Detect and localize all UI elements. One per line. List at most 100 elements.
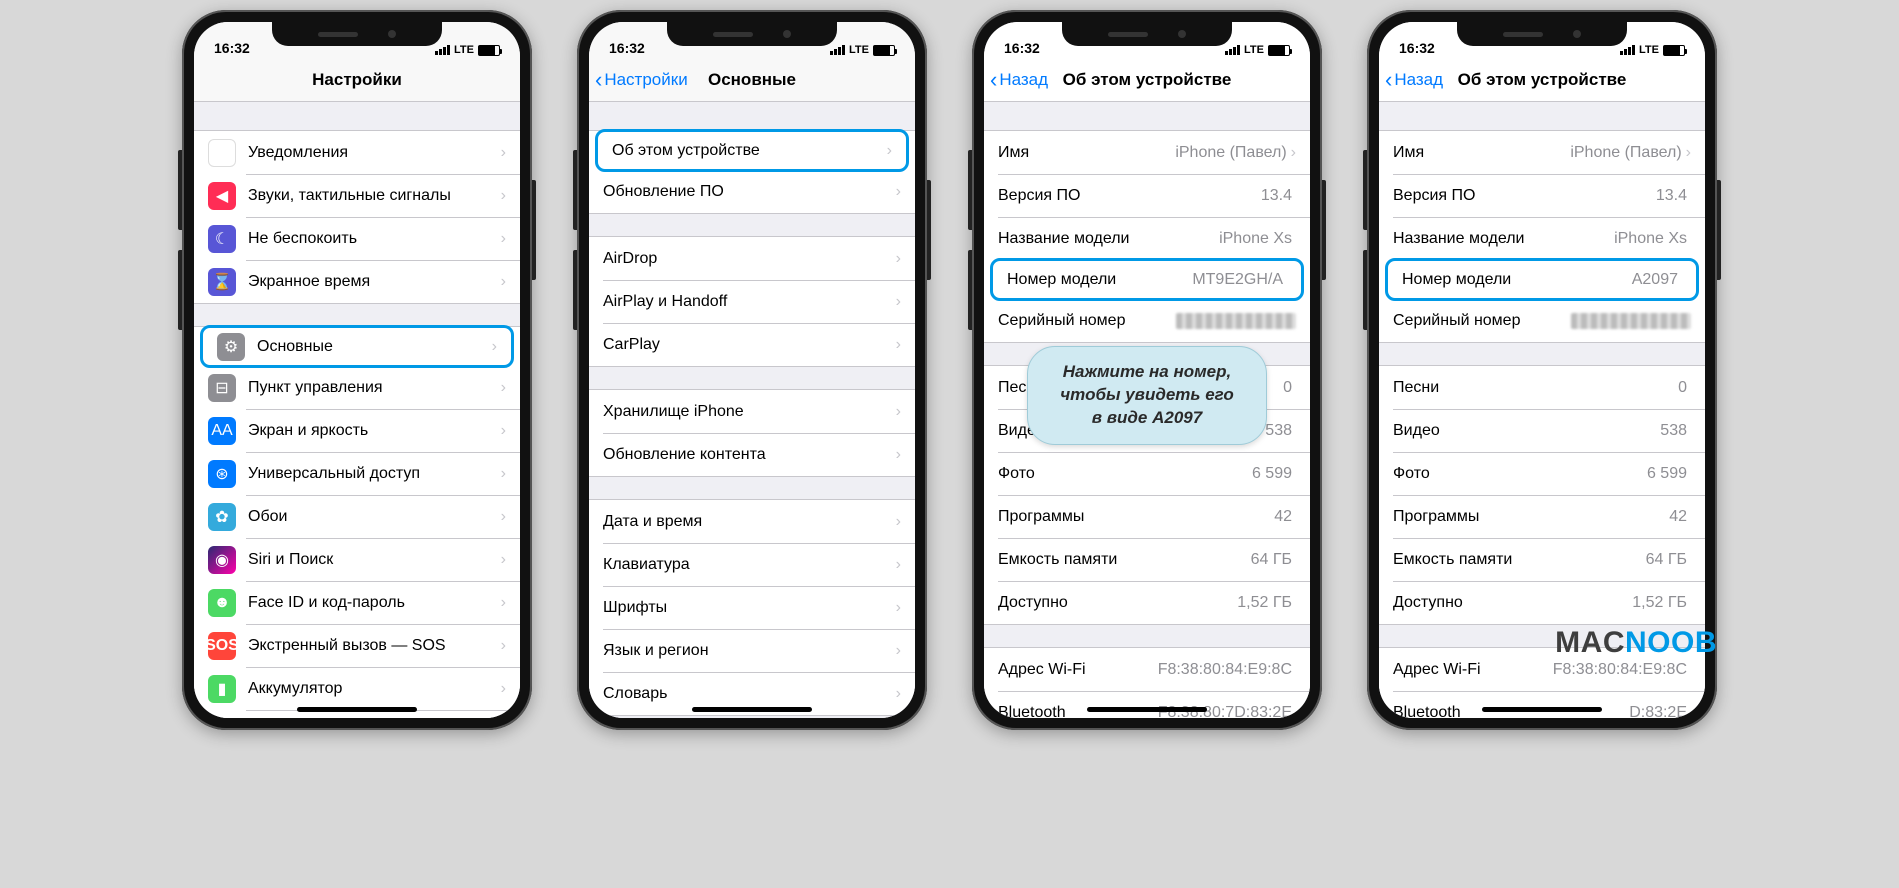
about-wifi-row: Адрес Wi-FiF8:38:80:84:E9:8C [984,648,1310,691]
about-modelnum-row[interactable]: Номер моделиA2097 [1385,258,1699,301]
general-row[interactable]: Хранилище iPhone› [589,390,915,433]
status-time: 16:32 [1004,40,1040,56]
settings-row[interactable]: ✿Обои› [194,495,520,538]
navbar: ‹ Настройки Основные [589,58,915,102]
row-label: AirPlay и Handoff [603,293,896,311]
page-title: Об этом устройстве [1458,70,1627,90]
about-row: Емкость памяти64 ГБ [984,538,1310,581]
general-row[interactable]: AirPlay и Handoff› [589,280,915,323]
status-time: 16:32 [214,40,250,56]
settings-row[interactable]: ⊟Пункт управления› [194,366,520,409]
settings-row[interactable]: ◀Звуки, тактильные сигналы› [194,174,520,217]
row-label: Основные [257,338,492,356]
general-row[interactable]: Дата и время› [589,500,915,543]
row-value: 0 [1283,379,1292,397]
chevron-right-icon: › [501,230,506,248]
settings-row[interactable]: ⌛Экранное время› [194,260,520,303]
general-row[interactable]: Клавиатура› [589,543,915,586]
about-name-row[interactable]: ИмяiPhone (Павел)› [1379,131,1705,174]
general-row[interactable]: Об этом устройстве› [595,129,909,172]
chevron-right-icon: › [896,250,901,268]
settings-list[interactable]: ◻ Уведомления › ◀Звуки, тактильные сигналы›… [194,102,520,718]
back-button[interactable]: ‹ Назад [1385,69,1443,91]
row-label: Серийный номер [998,312,1176,330]
back-button[interactable]: ‹ Настройки [595,69,688,91]
row-icon: ✿ [208,503,236,531]
row-label: Шрифты [603,599,896,617]
settings-row[interactable]: ▮Аккумулятор› [194,667,520,710]
settings-row[interactable]: ◻Уведомления› [194,131,520,174]
battery-icon [873,45,895,56]
settings-row[interactable]: ⚙Основные› [200,325,514,368]
settings-row[interactable]: AAЭкран и яркость› [194,409,520,452]
chevron-right-icon: › [896,599,901,617]
chevron-right-icon: › [896,403,901,421]
chevron-right-icon: › [896,642,901,660]
home-indicator[interactable] [297,707,417,712]
status-network: LTE [1244,44,1264,56]
row-value: 538 [1660,422,1687,440]
general-row[interactable]: Язык и регион› [589,629,915,672]
row-label: Экран и яркость [248,422,501,440]
row-label: Об этом устройстве [612,142,887,160]
about-row: Фото6 599 [984,452,1310,495]
general-row[interactable]: CarPlay› [589,323,915,366]
row-label: Емкость памяти [998,551,1251,569]
chevron-left-icon: ‹ [1385,69,1392,91]
chevron-right-icon: › [896,513,901,531]
home-indicator[interactable] [1482,707,1602,712]
general-row[interactable]: Обновление ПО› [589,170,915,213]
row-label: Программы [998,508,1274,526]
row-label: Название модели [998,230,1219,248]
row-value: 64 ГБ [1646,551,1687,569]
settings-row[interactable]: ☻Face ID и код-пароль› [194,581,520,624]
row-icon: ▮ [208,675,236,703]
page-title: Об этом устройстве [1063,70,1232,90]
row-label: Язык и регион [603,642,896,660]
general-row[interactable]: Обновление контента› [589,433,915,476]
row-label: Имя [1393,144,1570,162]
home-indicator[interactable] [1087,707,1207,712]
notch [1457,22,1627,46]
general-row[interactable]: Шрифты› [589,586,915,629]
chevron-right-icon: › [501,637,506,655]
row-value: 1,52 ГБ [1237,594,1292,612]
about-modelnum-row[interactable]: Номер моделиMT9E2GH/A [990,258,1304,301]
settings-row[interactable]: SOSЭкстренный вызов — SOS› [194,624,520,667]
chevron-right-icon: › [501,273,506,291]
row-label: Экранное время [248,273,501,291]
chevron-right-icon: › [1686,144,1691,162]
about-name-row[interactable]: ИмяiPhone (Павел)› [984,131,1310,174]
row-label: CarPlay [603,336,896,354]
row-icon: ⊛ [208,460,236,488]
row-label: Уведомления [248,144,501,162]
chevron-right-icon: › [501,680,506,698]
chevron-left-icon: ‹ [990,69,997,91]
battery-icon [1663,45,1685,56]
signal-icon [830,45,845,55]
navbar: Настройки [194,58,520,102]
settings-row[interactable]: ☾Не беспокоить› [194,217,520,260]
watermark-logo: MACNOOB [1555,626,1717,660]
notch [1062,22,1232,46]
settings-row[interactable]: ⊛Универсальный доступ› [194,452,520,495]
chevron-right-icon: › [501,594,506,612]
row-value: 42 [1669,508,1687,526]
row-icon: ◻ [208,139,236,167]
status-network: LTE [1639,44,1659,56]
general-row[interactable]: AirDrop› [589,237,915,280]
about-modelname-row: Название моделиiPhone Xs [1379,217,1705,260]
row-label: Видео [1393,422,1660,440]
row-value: F8:38:80:84:E9:8C [1553,661,1687,679]
settings-row[interactable]: ◉Siri и Поиск› [194,538,520,581]
home-indicator[interactable] [692,707,812,712]
row-icon: AA [208,417,236,445]
serial-value-blurred [1571,313,1691,329]
row-label: Универсальный доступ [248,465,501,483]
row-value: A2097 [1632,271,1678,289]
notch [667,22,837,46]
general-list[interactable]: Об этом устройстве›Обновление ПО›AirDrop… [589,102,915,718]
chevron-right-icon: › [492,338,497,356]
back-button[interactable]: ‹ Назад [990,69,1048,91]
row-value: 64 ГБ [1251,551,1292,569]
